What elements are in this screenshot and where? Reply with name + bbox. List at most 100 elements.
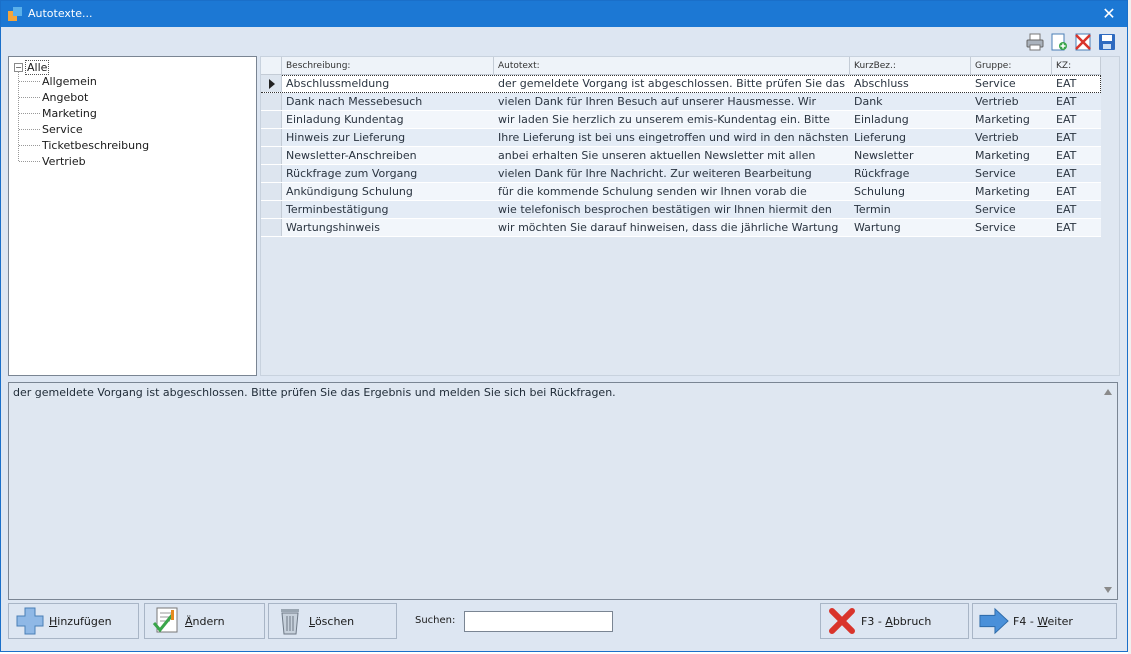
cell-gruppe: Service: [971, 201, 1052, 218]
cell-autotext: wie telefonisch besprochen bestätigen wi…: [494, 201, 850, 218]
toolbar: [1025, 32, 1117, 52]
cell-kurzbez: Schulung: [850, 183, 971, 200]
cell-kz: EAT: [1052, 165, 1101, 182]
cell-autotext: für die kommende Schulung senden wir Ihn…: [494, 183, 850, 200]
tree-item-vertrieb[interactable]: Vertrieb: [19, 153, 86, 169]
cell-kz: EAT: [1052, 129, 1101, 146]
scroll-up-icon[interactable]: [1104, 389, 1112, 395]
cell-kurzbez: Abschluss: [850, 75, 971, 92]
cell-autotext: der gemeldete Vorgang ist abgeschlossen.…: [494, 75, 850, 92]
cell-gruppe: Marketing: [971, 183, 1052, 200]
cell-beschreibung: Hinweis zur Lieferung: [282, 129, 494, 146]
cell-kurzbez: Newsletter: [850, 147, 971, 164]
vertical-scrollbar[interactable]: [1100, 383, 1117, 599]
cancel-button[interactable]: F3 - Abbruch: [820, 603, 969, 639]
cell-gruppe: Service: [971, 75, 1052, 92]
title-bar: Autotexte... ✕: [1, 1, 1127, 27]
cell-gruppe: Marketing: [971, 147, 1052, 164]
row-indicator[interactable]: [261, 93, 282, 110]
cell-beschreibung: Einladung Kundentag: [282, 111, 494, 128]
save-disk-icon[interactable]: [1097, 32, 1117, 52]
tree-item-allgemein[interactable]: Allgemein: [19, 73, 97, 89]
cell-kurzbez: Rückfrage: [850, 165, 971, 182]
cell-kurzbez: Dank: [850, 93, 971, 110]
grid-rows: Abschlussmeldung der gemeldete Vorgang is…: [261, 75, 1101, 237]
tree-item-service[interactable]: Service: [19, 121, 83, 137]
cell-beschreibung: Newsletter-Anschreiben: [282, 147, 494, 164]
cell-beschreibung: Abschlussmeldung: [282, 75, 494, 92]
row-indicator[interactable]: [261, 219, 282, 236]
plus-icon: [15, 606, 45, 636]
table-row[interactable]: Abschlussmeldung der gemeldete Vorgang is…: [261, 75, 1101, 93]
delete-button[interactable]: Löschen: [268, 603, 397, 639]
cell-beschreibung: Ankündigung Schulung: [282, 183, 494, 200]
window-title: Autotexte...: [28, 7, 93, 20]
new-document-icon[interactable]: [1049, 32, 1069, 52]
row-indicator[interactable]: [261, 75, 282, 92]
row-indicator[interactable]: [261, 111, 282, 128]
cell-autotext: wir möchten Sie darauf hinweisen, dass d…: [494, 219, 850, 236]
table-row[interactable]: Wartungshinweis wir möchten Sie darauf hi…: [261, 219, 1101, 237]
tree-item-angebot[interactable]: Angebot: [19, 89, 88, 105]
column-header-kz[interactable]: KZ:: [1052, 57, 1101, 74]
app-icon: [7, 6, 23, 22]
cell-beschreibung: Rückfrage zum Vorgang: [282, 165, 494, 182]
cell-kz: EAT: [1052, 111, 1101, 128]
close-icon[interactable]: ✕: [1091, 1, 1127, 27]
arrow-right-icon: [979, 606, 1009, 636]
column-header-kurzbez[interactable]: KurzBez.:: [850, 57, 971, 74]
cell-autotext: Ihre Lieferung ist bei uns eingetroffen …: [494, 129, 850, 146]
row-indicator[interactable]: [261, 183, 282, 200]
row-indicator[interactable]: [261, 147, 282, 164]
add-button[interactable]: Hinzufügen: [8, 603, 139, 639]
cell-gruppe: Vertrieb: [971, 93, 1052, 110]
search-input[interactable]: [464, 611, 613, 632]
group-tree[interactable]: − Alle Allgemein Angebot Marketing Servi…: [8, 56, 257, 376]
column-header-beschreibung[interactable]: Beschreibung:: [282, 57, 494, 74]
table-row[interactable]: Hinweis zur Lieferung Ihre Lieferung ist …: [261, 129, 1101, 147]
delete-x-icon[interactable]: [1073, 32, 1093, 52]
table-row[interactable]: Rückfrage zum Vorgang vielen Dank für Ihr…: [261, 165, 1101, 183]
scroll-down-icon[interactable]: [1104, 587, 1112, 593]
column-header-gruppe[interactable]: Gruppe:: [971, 57, 1052, 74]
cell-autotext: vielen Dank für Ihre Nachricht. Zur weit…: [494, 165, 850, 182]
cell-kz: EAT: [1052, 93, 1101, 110]
table-row[interactable]: Terminbestätigung wie telefonisch besproc…: [261, 201, 1101, 219]
next-button[interactable]: F4 - Weiter: [972, 603, 1117, 639]
printer-icon[interactable]: [1025, 32, 1045, 52]
row-indicator[interactable]: [261, 165, 282, 182]
table-row[interactable]: Einladung Kundentag wir laden Sie herzlic…: [261, 111, 1101, 129]
cell-gruppe: Vertrieb: [971, 129, 1052, 146]
autotexte-window: Autotexte... ✕ − Alle Allgemein Angebot …: [0, 0, 1128, 652]
cell-autotext: anbei erhalten Sie unseren aktuellen New…: [494, 147, 850, 164]
cell-kz: EAT: [1052, 75, 1101, 92]
cell-kurzbez: Einladung: [850, 111, 971, 128]
column-header-autotext[interactable]: Autotext:: [494, 57, 850, 74]
cell-autotext: wir laden Sie herzlich zu unserem emis-K…: [494, 111, 850, 128]
autotext-grid[interactable]: Beschreibung: Autotext: KurzBez.: Gruppe…: [260, 56, 1120, 376]
autotext-preview[interactable]: der gemeldete Vorgang ist abgeschlossen.…: [8, 382, 1118, 600]
cell-beschreibung: Terminbestätigung: [282, 201, 494, 218]
cell-beschreibung: Dank nach Messebesuch: [282, 93, 494, 110]
tree-item-ticketbeschreibung[interactable]: Ticketbeschreibung: [19, 137, 149, 153]
cell-kurzbez: Termin: [850, 201, 971, 218]
cell-kurzbez: Lieferung: [850, 129, 971, 146]
cell-gruppe: Marketing: [971, 111, 1052, 128]
cell-beschreibung: Wartungshinweis: [282, 219, 494, 236]
row-indicator[interactable]: [261, 201, 282, 218]
search-label: Suchen:: [415, 615, 456, 626]
table-row[interactable]: Newsletter-Anschreiben anbei erhalten Sie…: [261, 147, 1101, 165]
tree-item-marketing[interactable]: Marketing: [19, 105, 97, 121]
current-row-arrow-icon: [269, 79, 275, 89]
red-x-icon: [827, 606, 857, 636]
row-indicator[interactable]: [261, 129, 282, 146]
edit-button[interactable]: Ändern: [144, 603, 265, 639]
grid-header: Beschreibung: Autotext: KurzBez.: Gruppe…: [261, 57, 1101, 75]
edit-check-icon: [151, 606, 181, 636]
cell-kz: EAT: [1052, 219, 1101, 236]
cell-kurzbez: Wartung: [850, 219, 971, 236]
trash-icon: [275, 606, 305, 636]
cell-kz: EAT: [1052, 183, 1101, 200]
table-row[interactable]: Ankündigung Schulung für die kommende Sch…: [261, 183, 1101, 201]
table-row[interactable]: Dank nach Messebesuch vielen Dank für Ihr…: [261, 93, 1101, 111]
